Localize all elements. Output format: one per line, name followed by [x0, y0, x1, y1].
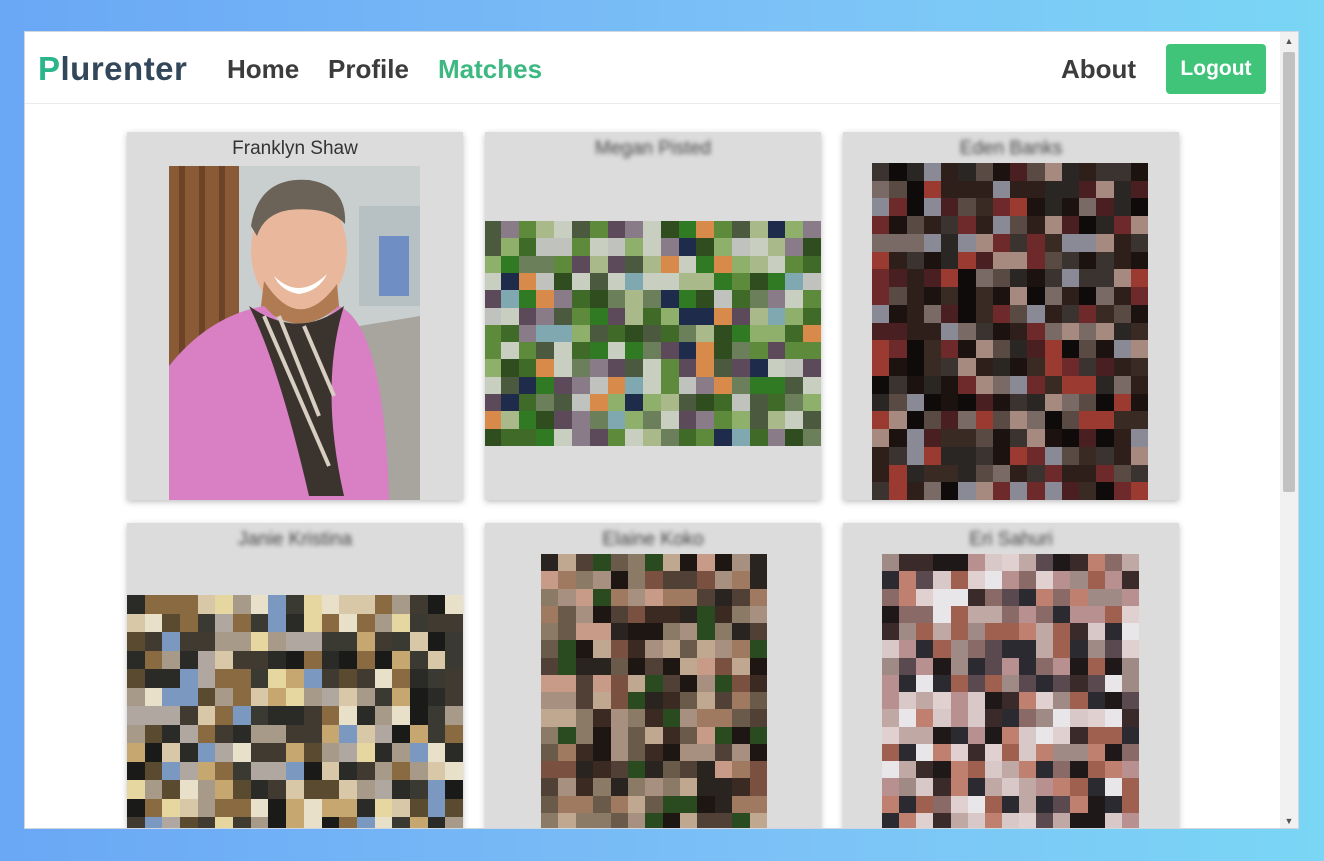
- pixelated-photo: [872, 163, 1148, 500]
- match-photo[interactable]: [541, 554, 767, 828]
- match-photo[interactable]: [127, 595, 463, 828]
- match-name: Franklyn Shaw: [232, 138, 358, 159]
- scroll-up-icon[interactable]: ▲: [1280, 32, 1298, 50]
- pixelated-photo: [541, 554, 767, 828]
- match-card[interactable]: Eri Sahuri: [843, 523, 1179, 828]
- nav-profile[interactable]: Profile: [328, 52, 409, 86]
- match-card[interactable]: Janie Kristina: [127, 523, 463, 828]
- browser-window: Plurenter Home Profile Matches About Log…: [24, 31, 1299, 829]
- pixelated-photo: [127, 595, 463, 828]
- selfie-image: [169, 166, 420, 500]
- match-name: Elaine Koko: [602, 529, 704, 550]
- match-photo[interactable]: [882, 554, 1139, 828]
- match-name: Eden Banks: [959, 138, 1063, 159]
- scrollbar-thumb[interactable]: [1283, 52, 1295, 492]
- nav-about[interactable]: About: [1061, 52, 1136, 86]
- vertical-scrollbar[interactable]: ▲ ▼: [1280, 32, 1298, 828]
- brand-initial: P: [38, 50, 61, 87]
- pixelated-photo: [882, 554, 1139, 828]
- logout-button[interactable]: Logout: [1166, 44, 1266, 94]
- nav-matches[interactable]: Matches: [438, 52, 542, 86]
- match-card[interactable]: Eden Banks: [843, 132, 1179, 500]
- match-photo[interactable]: [169, 166, 420, 500]
- match-card[interactable]: Franklyn Shaw: [127, 132, 463, 500]
- pixelated-photo: [485, 221, 821, 446]
- match-card[interactable]: Elaine Koko: [485, 523, 821, 828]
- match-photo[interactable]: [872, 163, 1148, 500]
- brand-rest: lurenter: [60, 50, 188, 87]
- match-card[interactable]: Megan Pisted: [485, 132, 821, 500]
- scroll-down-icon[interactable]: ▼: [1280, 812, 1298, 828]
- match-photo[interactable]: [485, 221, 821, 446]
- match-name: Janie Kristina: [237, 529, 353, 550]
- brand-logo[interactable]: Plurenter: [38, 49, 187, 89]
- nav-home[interactable]: Home: [227, 52, 299, 86]
- match-name: Eri Sahuri: [969, 529, 1053, 550]
- match-name: Megan Pisted: [594, 138, 712, 159]
- navbar: Plurenter Home Profile Matches About Log…: [25, 32, 1280, 104]
